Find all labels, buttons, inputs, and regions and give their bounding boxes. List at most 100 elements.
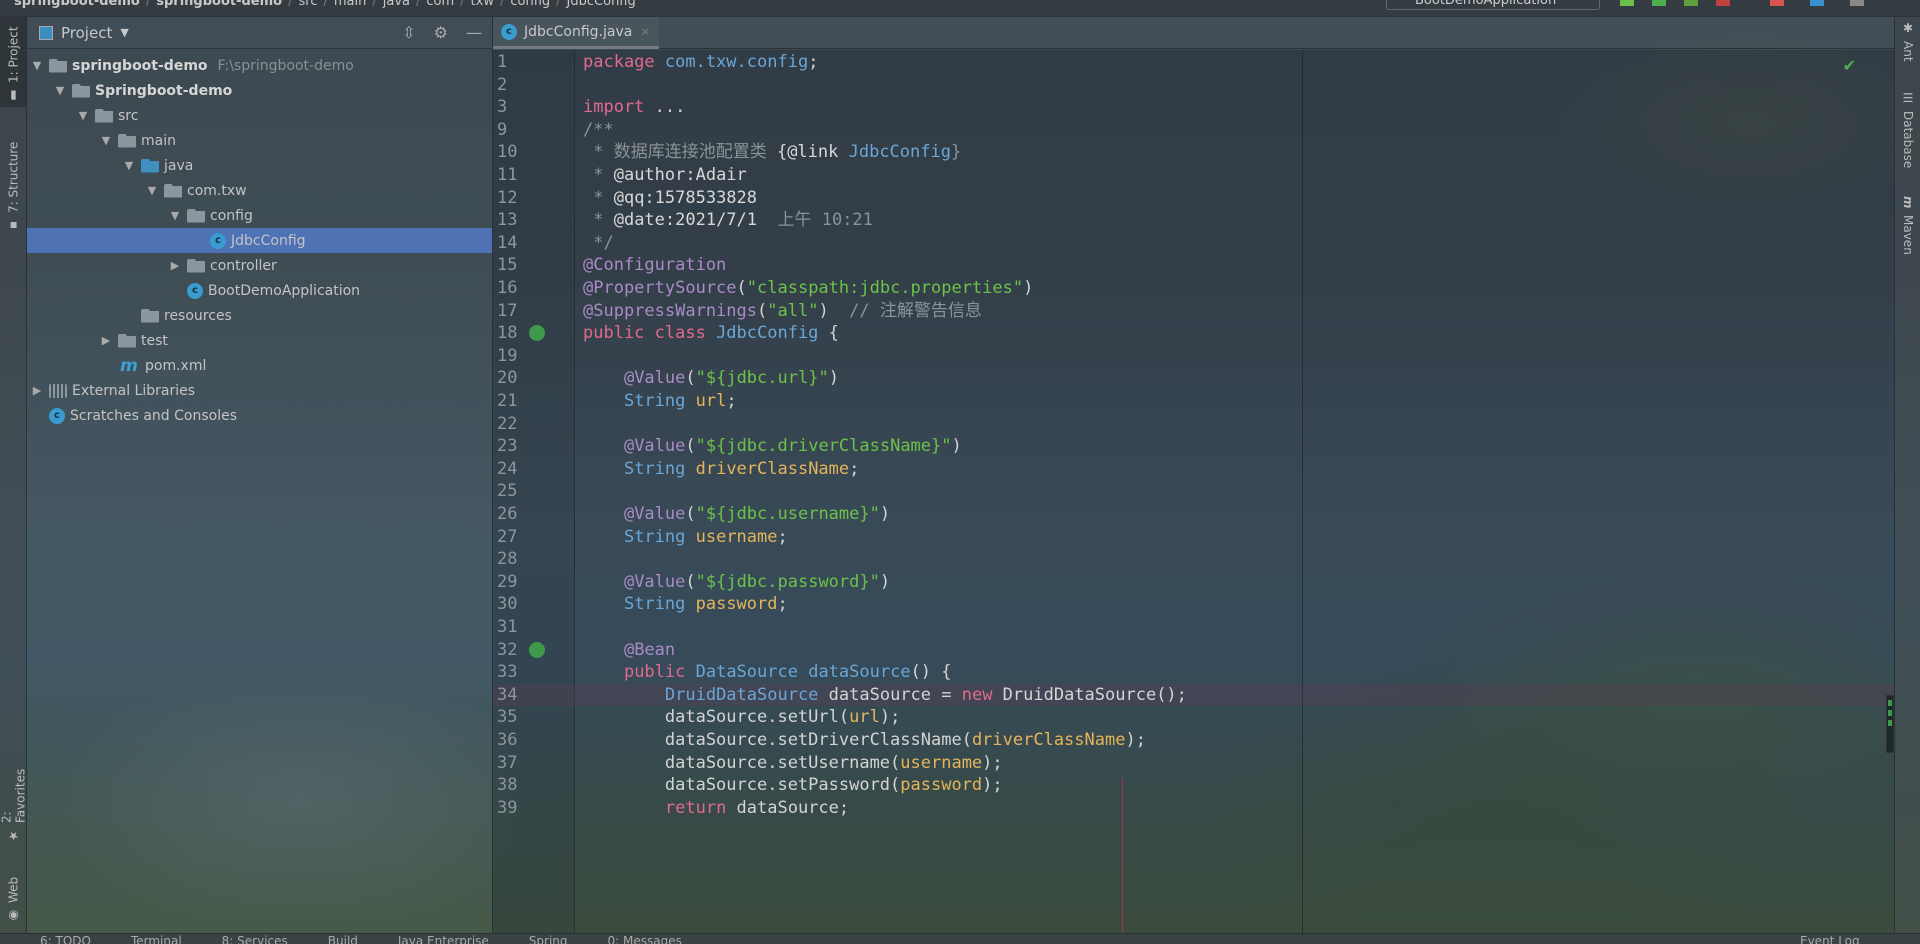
- tree-item[interactable]: ▼ config: [27, 203, 492, 228]
- breadcrumb-item[interactable]: JdbcConfig: [567, 0, 636, 9]
- close-icon[interactable]: ✕: [640, 25, 650, 39]
- code-token: String: [623, 458, 696, 479]
- code-line: 29 @Value("${jdbc.password}"): [493, 571, 1894, 594]
- tab-web[interactable]: ◉ Web: [0, 867, 27, 927]
- gear-icon[interactable]: ⚙: [434, 23, 448, 42]
- tool-window-button[interactable]: Java Enterprise: [398, 934, 489, 944]
- code-token: ): [1023, 278, 1034, 298]
- project-view-icon: [39, 25, 53, 40]
- stop-icon[interactable]: [1770, 0, 1784, 6]
- tree-item[interactable]: ▼ com.txw: [27, 178, 492, 203]
- tool-window-button[interactable]: Spring: [529, 934, 568, 944]
- code-text: String password;: [583, 593, 788, 616]
- expand-arrow-icon[interactable]: ▼: [167, 209, 183, 222]
- project-tree: ▼ springboot-demo F:\springboot-demo ▼ Sprin…: [27, 49, 492, 428]
- code-text: @Bean: [583, 639, 675, 662]
- code-line: 12 * @qq:1578533828: [493, 187, 1894, 210]
- breadcrumb-separator: /: [499, 0, 505, 9]
- tab-structure[interactable]: ▪ 7: Structure: [0, 127, 27, 237]
- run-icon[interactable]: [1652, 0, 1666, 6]
- coverage-icon[interactable]: [1716, 0, 1730, 6]
- spring-bean-icon[interactable]: [529, 325, 545, 342]
- expand-arrow-icon[interactable]: ▼: [121, 159, 137, 172]
- tree-item[interactable]: ▶ External Libraries: [27, 378, 492, 403]
- minimize-icon[interactable]: —: [466, 23, 482, 42]
- spring-bean-icon[interactable]: [529, 641, 545, 658]
- project-view-selector[interactable]: Project: [61, 24, 112, 42]
- expand-arrow-icon[interactable]: ▼: [98, 134, 114, 147]
- line-number: 39: [497, 797, 518, 818]
- editor-tabs: c JdbcConfig.java ✕: [493, 17, 1894, 49]
- breadcrumb-item[interactable]: com: [426, 0, 454, 9]
- chevron-down-icon[interactable]: ▼: [120, 26, 128, 39]
- code-token: ): [879, 571, 891, 592]
- breadcrumb-item[interactable]: springboot-demo: [14, 0, 140, 9]
- code-text: public DataSource dataSource() {: [583, 661, 952, 684]
- tree-item[interactable]: c BootDemoApplication: [27, 278, 492, 303]
- expand-arrow-icon[interactable]: ▼: [144, 184, 160, 197]
- line-number: 37: [497, 752, 518, 773]
- code-token: @qq:1578533828: [613, 187, 758, 208]
- run-configuration-selector[interactable]: BootDemoApplication: [1386, 0, 1600, 10]
- tool-window-button[interactable]: 8: Services: [222, 934, 288, 944]
- tab-ant[interactable]: ✱ Ant: [1895, 17, 1920, 77]
- tab-project[interactable]: ▮ 1: Project: [0, 17, 27, 107]
- tree-item-label: resources: [164, 307, 232, 324]
- package-icon: [164, 183, 182, 198]
- tree-item[interactable]: ▶ controller: [27, 253, 492, 278]
- debug-icon[interactable]: [1684, 0, 1698, 6]
- tab-favorites[interactable]: ★ 2: Favorites: [0, 757, 28, 847]
- tree-item[interactable]: m pom.xml: [27, 353, 492, 378]
- project-structure-icon[interactable]: [1810, 0, 1824, 6]
- breadcrumb-item[interactable]: main: [334, 0, 366, 9]
- tree-item[interactable]: c JdbcConfig: [27, 228, 492, 253]
- tree-item[interactable]: resources: [27, 303, 492, 328]
- breadcrumb-item[interactable]: txw: [471, 0, 494, 9]
- tool-window-button[interactable]: 0: Messages: [608, 934, 682, 944]
- collapse-arrow-icon[interactable]: ▶: [167, 259, 183, 272]
- expand-arrow-icon[interactable]: ▼: [75, 109, 91, 122]
- tree-item[interactable]: ▼ Springboot-demo: [27, 78, 492, 103]
- expand-arrow-icon[interactable]: ▼: [29, 59, 45, 72]
- tool-window-button[interactable]: 6: TODO: [40, 934, 91, 944]
- scrollbar-marker[interactable]: [1886, 695, 1894, 753]
- tab-jdbcconfig-java[interactable]: c JdbcConfig.java ✕: [493, 17, 659, 49]
- line-number: 26: [497, 504, 518, 524]
- code-line: 10 * 数据库连接池配置类 {@link JdbcConfig}: [493, 141, 1894, 164]
- tree-item[interactable]: c Scratches and Consoles: [27, 403, 492, 428]
- code-token: ): [951, 436, 962, 457]
- tab-database[interactable]: ☰ Database: [1895, 87, 1920, 187]
- collapse-all-icon[interactable]: ⇳: [402, 23, 415, 42]
- tab-maven[interactable]: m Maven: [1895, 192, 1920, 272]
- code-token: "${jdbc.password}": [695, 571, 880, 592]
- tree-item[interactable]: ▼ src: [27, 103, 492, 128]
- breadcrumb-item[interactable]: config: [510, 0, 550, 9]
- breadcrumb-item[interactable]: java: [383, 0, 410, 9]
- code-editor[interactable]: ✔ 1 package com.txw.config; 2 3 import ... 9…: [493, 50, 1894, 933]
- collapse-arrow-icon[interactable]: ▶: [98, 334, 114, 347]
- code-token: *: [583, 210, 614, 231]
- code-token: );: [982, 752, 1003, 773]
- tree-item[interactable]: ▼ springboot-demo F:\springboot-demo: [27, 53, 492, 78]
- tree-item[interactable]: ▼ java: [27, 153, 492, 178]
- build-icon[interactable]: [1620, 0, 1634, 6]
- collapse-arrow-icon[interactable]: ▶: [29, 384, 45, 397]
- line-number: 21: [497, 391, 518, 411]
- tool-window-button[interactable]: Event Log: [1800, 934, 1860, 944]
- tree-item[interactable]: ▶ test: [27, 328, 492, 353]
- expand-arrow-icon[interactable]: ▼: [52, 84, 68, 97]
- tool-window-button[interactable]: Build: [328, 934, 358, 944]
- line-number: 3: [497, 97, 508, 118]
- search-icon[interactable]: [1850, 0, 1864, 6]
- module-icon: [72, 83, 90, 98]
- code-token: }: [950, 142, 962, 163]
- tree-item[interactable]: ▼ main: [27, 128, 492, 153]
- breadcrumb-item[interactable]: src: [299, 0, 318, 9]
- breadcrumb-item[interactable]: springboot-demo: [156, 0, 282, 9]
- class-icon: c: [210, 232, 226, 249]
- tool-window-button[interactable]: Terminal: [131, 934, 182, 944]
- code-line: 31: [493, 616, 1894, 639]
